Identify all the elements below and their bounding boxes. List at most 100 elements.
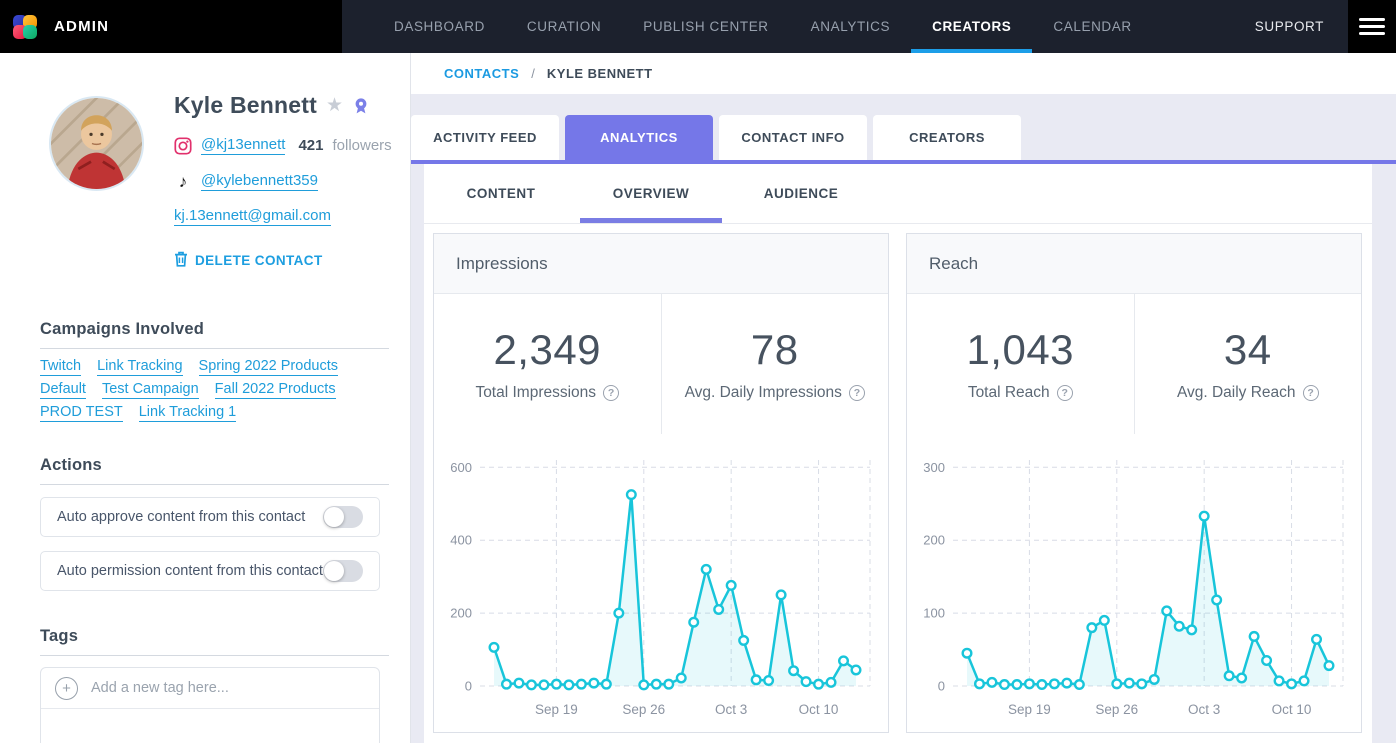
svg-text:Oct 3: Oct 3 <box>715 702 747 717</box>
stat-total-impressions: 2,349Total Impressions? <box>434 294 662 434</box>
nav-item-analytics[interactable]: ANALYTICS <box>790 0 911 53</box>
svg-text:200: 200 <box>450 606 472 621</box>
nav-item-label: ANALYTICS <box>811 19 890 34</box>
profile-info: Kyle Bennett ★ <box>174 96 392 270</box>
campaigns-heading: Campaigns Involved <box>40 320 389 339</box>
active-subtab-underline <box>580 218 722 223</box>
stat-label: Avg. Daily Reach? <box>1177 384 1319 402</box>
stat-label: Total Impressions? <box>475 384 619 402</box>
svg-text:200: 200 <box>923 533 945 548</box>
divider <box>40 484 389 485</box>
nav-item-calendar[interactable]: CALENDAR <box>1032 0 1152 53</box>
stat-label-text: Avg. Daily Reach <box>1177 384 1296 402</box>
toggle-knob <box>324 507 344 527</box>
analytics-subtabs: CONTENTOVERVIEW AUDIENCE <box>424 164 1372 224</box>
app: ADMIN DASHBOARD CURATION PUBLISH CENTER ANA… <box>0 0 1396 743</box>
stat-value: 78 <box>751 326 799 374</box>
add-icon[interactable]: + <box>55 677 78 700</box>
nav-item-support[interactable]: SUPPORT <box>1255 0 1324 53</box>
subtab-label: AUDIENCE <box>764 186 839 201</box>
tab-creators[interactable]: CREATORS <box>873 115 1021 160</box>
campaign-link-link-tracking[interactable]: Link Tracking <box>97 358 182 376</box>
followers-label: followers <box>332 137 391 154</box>
avatar-photo <box>51 98 142 189</box>
nav-item-label: PUBLISH CENTER <box>643 19 768 34</box>
nav-menu: DASHBOARD CURATION PUBLISH CENTER ANALYTICS… <box>342 0 1255 53</box>
stat-label-text: Total Impressions <box>475 384 596 402</box>
instagram-handle-link[interactable]: @kj13ennett <box>201 136 285 155</box>
tab-activity-feed[interactable]: ACTIVITY FEED <box>411 115 559 160</box>
email-link[interactable]: kj.13ennett@gmail.com <box>174 207 331 226</box>
card-title: Reach <box>907 234 1361 294</box>
breadcrumb-separator: / <box>531 66 535 81</box>
svg-text:300: 300 <box>923 460 945 475</box>
help-icon[interactable]: ? <box>1057 385 1073 401</box>
breadcrumb-current: KYLE BENNETT <box>547 66 653 81</box>
help-icon[interactable]: ? <box>603 385 619 401</box>
campaign-links: Twitch Link Tracking Spring 2022 Products D… <box>40 358 390 422</box>
nav-item-curation[interactable]: CURATION <box>506 0 622 53</box>
campaign-link-test-campaign[interactable]: Test Campaign <box>102 381 199 399</box>
delete-contact-label: DELETE CONTACT <box>195 253 323 268</box>
campaign-link-fall-2022-products[interactable]: Fall 2022 Products <box>215 381 336 399</box>
breadcrumb-contacts-link[interactable]: CONTACTS <box>444 66 519 81</box>
app-logo-icon <box>12 14 38 40</box>
contact-sidebar: Kyle Bennett ★ <box>0 53 411 743</box>
tab-contact-info[interactable]: CONTACT INFO <box>719 115 867 160</box>
add-tag-placeholder: Add a new tag here... <box>91 680 229 696</box>
toggle-switch[interactable] <box>323 560 363 582</box>
avatar <box>49 96 144 191</box>
campaign-link-prod-test[interactable]: PROD TEST <box>40 404 123 422</box>
tiktok-icon: ♪ <box>174 173 192 190</box>
help-icon[interactable]: ? <box>1303 385 1319 401</box>
subtab-content[interactable]: CONTENT <box>430 164 572 223</box>
analytics-panel: CONTENTOVERVIEW AUDIENCE Impressions2,349… <box>424 164 1372 743</box>
reach-chart-area: 0100200300Sep 19Sep 26Oct 3Oct 10 <box>907 434 1361 732</box>
delete-contact-button[interactable]: DELETE CONTACT <box>174 251 392 270</box>
contact-tabs: ACTIVITY FEEDANALYTICSCONTACT INFOCREATO… <box>411 115 1396 160</box>
card-title: Impressions <box>434 234 888 294</box>
svg-text:Sep 26: Sep 26 <box>622 702 665 717</box>
action-rows: Auto approve content from this contactAu… <box>40 497 389 591</box>
svg-text:Oct 3: Oct 3 <box>1188 702 1220 717</box>
star-icon[interactable]: ★ <box>326 96 343 115</box>
stat-total-reach: 1,043Total Reach? <box>907 294 1135 434</box>
nav-item-publish-center[interactable]: PUBLISH CENTER <box>622 0 789 53</box>
stat-label: Avg. Daily Impressions? <box>685 384 865 402</box>
contact-name: Kyle Bennett <box>174 92 317 119</box>
stat-label-text: Total Reach <box>968 384 1050 402</box>
main-content: CONTACTS / KYLE BENNETT ACTIVITY FEEDANA… <box>411 53 1396 743</box>
stat-label: Total Reach? <box>968 384 1073 402</box>
subtab-overview[interactable]: OVERVIEW <box>580 164 722 223</box>
toggle-switch[interactable] <box>323 506 363 528</box>
impressions-card: Impressions2,349Total Impressions? 78 Avg.… <box>433 233 889 733</box>
brand-name: ADMIN <box>54 18 109 35</box>
metric-cards: Impressions2,349Total Impressions? 78 Avg.… <box>424 224 1372 733</box>
brand[interactable]: ADMIN <box>0 0 342 53</box>
top-nav: ADMIN DASHBOARD CURATION PUBLISH CENTER ANA… <box>0 0 1396 53</box>
divider <box>40 655 389 656</box>
tiktok-row: ♪ @kylebennett359 <box>174 172 392 191</box>
campaign-link-spring-2022-products[interactable]: Spring 2022 Products <box>199 358 338 376</box>
add-tag-input[interactable]: + Add a new tag here... <box>41 668 379 709</box>
svg-text:Oct 10: Oct 10 <box>799 702 839 717</box>
hamburger-menu-button[interactable] <box>1348 0 1396 53</box>
nav-item-creators[interactable]: CREATORS <box>911 0 1032 53</box>
nav-item-dashboard[interactable]: DASHBOARD <box>373 0 506 53</box>
campaign-link-link-tracking-1[interactable]: Link Tracking 1 <box>139 404 237 422</box>
help-icon[interactable]: ? <box>849 385 865 401</box>
email-row: kj.13ennett@gmail.com <box>174 207 392 225</box>
svg-text:Sep 26: Sep 26 <box>1095 702 1138 717</box>
nav-item-label: CURATION <box>527 19 601 34</box>
campaign-link-twitch[interactable]: Twitch <box>40 358 81 376</box>
tab-analytics[interactable]: ANALYTICS <box>565 115 713 160</box>
hamburger-icon <box>1359 18 1385 21</box>
impressions-chart-area: 0200400600Sep 19Sep 26Oct 3Oct 10 <box>434 434 888 732</box>
subtab-audience[interactable]: AUDIENCE <box>730 164 872 223</box>
svg-text:400: 400 <box>450 533 472 548</box>
reach-card: Reach1,043Total Reach?34Avg. Daily Reach… <box>906 233 1362 733</box>
tiktok-handle-link[interactable]: @kylebennett359 <box>201 172 318 191</box>
svg-text:600: 600 <box>450 460 472 475</box>
tags-section: Tags + Add a new tag here... <box>40 627 389 743</box>
campaign-link-default[interactable]: Default <box>40 381 86 399</box>
